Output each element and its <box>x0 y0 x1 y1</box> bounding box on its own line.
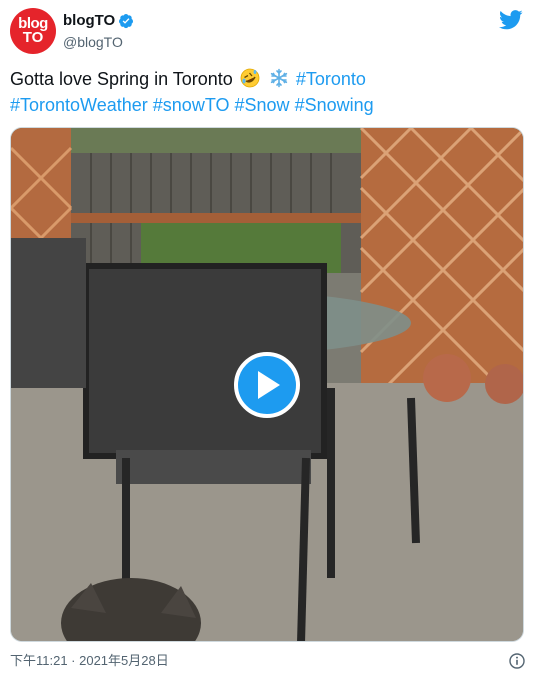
chair-seat <box>116 450 311 484</box>
video-player[interactable] <box>10 127 524 642</box>
hashtag-link[interactable]: #Snow <box>235 95 290 115</box>
author-names: blogTO @blogTO <box>63 11 134 52</box>
right-lattice <box>361 128 523 388</box>
handle[interactable]: @blogTO <box>63 32 134 52</box>
left-chair <box>11 238 86 388</box>
rolling-on-floor-laughing-emoji-icon <box>240 68 260 88</box>
tweet-body-text: Gotta love Spring in Toronto <box>10 69 233 89</box>
play-icon <box>258 371 280 399</box>
railing <box>71 213 361 223</box>
display-name-row[interactable]: blogTO <box>63 11 134 31</box>
hashtag-link[interactable]: #Snowing <box>295 95 374 115</box>
tweet-timestamp[interactable]: 下午11:21 · 2021年5月28日 <box>10 652 169 670</box>
verified-badge-icon <box>119 14 134 29</box>
hashtag-link[interactable]: #snowTO <box>153 95 230 115</box>
tweet-text-line2: #TorontoWeather #snowTO #Snow #Snowing <box>10 92 520 118</box>
tweet-text-line1: Gotta love Spring in Toronto #Toronto <box>10 66 520 92</box>
tweet-text: Gotta love Spring in Toronto #Toronto #T… <box>10 66 520 118</box>
avatar[interactable]: blog TO <box>10 8 56 54</box>
info-icon[interactable] <box>509 653 525 669</box>
hashtag-link[interactable]: #TorontoWeather <box>10 95 148 115</box>
avatar-text-line2: TO <box>22 29 44 46</box>
flower-pot <box>423 354 471 402</box>
twitter-bird-icon[interactable] <box>499 10 523 30</box>
flower-pot <box>485 364 523 404</box>
play-button[interactable] <box>234 352 300 418</box>
snowflake-emoji-icon <box>270 68 288 88</box>
hashtag-link[interactable]: #Toronto <box>296 69 366 89</box>
tweet-header: blog TO blogTO @blogTO <box>10 8 529 54</box>
display-name[interactable]: blogTO <box>63 11 115 31</box>
